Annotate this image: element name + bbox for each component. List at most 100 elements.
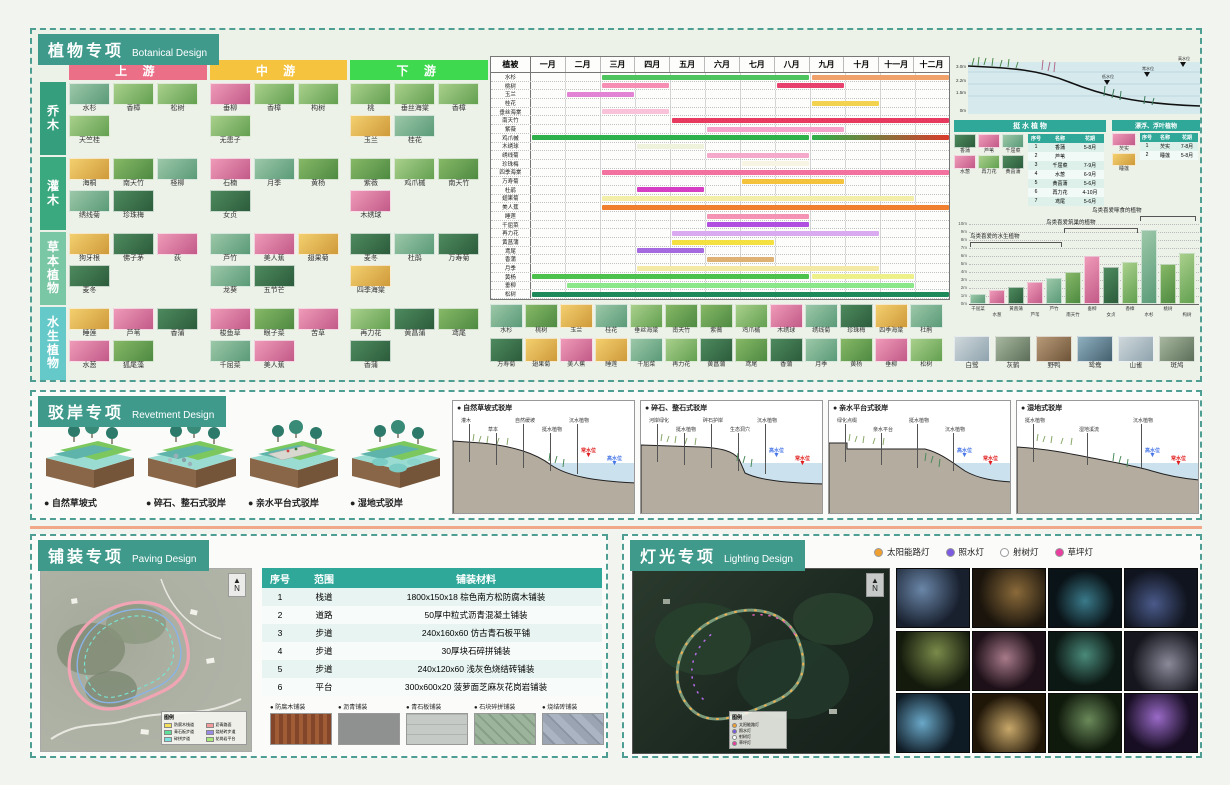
panel-lighting: 灯光专项 Lighting Design 太阳能路灯照水灯射树灯草坪灯 ▲N图例… <box>622 534 1202 758</box>
lighting-header: 灯光专项 Lighting Design <box>630 540 805 571</box>
calendar-month-header: 十月 <box>844 57 879 72</box>
plant-photo: 柽柳 <box>157 158 198 188</box>
calendar-plant-col-header: 植被 <box>491 57 531 72</box>
bloom-bar <box>812 75 949 80</box>
plant-cell: 睡莲芦苇香蒲水葱狐尾藻 <box>69 307 207 380</box>
photo-caption: 香蒲 <box>770 362 803 369</box>
photo-image <box>210 190 251 212</box>
plant-photo: 千屈菜 <box>210 340 251 370</box>
photo-image <box>157 158 198 180</box>
photo-image <box>770 338 803 362</box>
section-separator-line <box>30 526 1202 529</box>
paving-map-legend: 图例防腐木栈道沥青路面青石板步道烧结砖步道碎拼步道花岗岩平台 <box>161 711 247 745</box>
photo-image <box>595 304 628 328</box>
svg-text:低水位: 低水位 <box>1102 73 1114 79</box>
photo-caption: 杜鹃 <box>910 328 943 335</box>
photo-image <box>157 233 198 255</box>
plant-photo: 水葱 <box>954 155 976 175</box>
revetment-annotation: 挺水植物 <box>542 426 562 433</box>
plant-photo: 珍珠梅 <box>840 304 873 335</box>
calendar-row: 垂丝海棠 <box>491 108 949 117</box>
table-row: 3千屈菜7-9月 <box>1028 161 1104 170</box>
calendar-row-name: 黄菖蒲 <box>491 238 531 246</box>
plant-photo: 四季海棠 <box>350 265 391 295</box>
plant-photo: 垂丝海棠 <box>630 304 663 335</box>
bird-bracket <box>1064 228 1138 233</box>
revetment-section: ● 亲水平台式驳岸 绿化点缀亲水平台挺水植物沉水植物高水位▼常水位▼ <box>828 400 1011 514</box>
calendar-track <box>531 160 949 168</box>
swatch-sample <box>338 713 400 745</box>
photo-image <box>157 308 198 330</box>
calendar-track <box>531 99 949 107</box>
water-level-marker: 高水位▼ <box>1145 447 1160 458</box>
photo-image <box>350 115 391 137</box>
photo-caption: 翅果菊 <box>298 255 339 263</box>
plant-photo: 垂柳 <box>875 338 908 369</box>
paving-swatch: ● 沥青铺装 <box>338 702 400 745</box>
calendar-row: 美人蕉 <box>491 203 949 212</box>
revetment-iso-diagrams: ● 自然草坡式 ● 碎石、整石式驳岸 ● 亲水平台式驳岸 ● 湿地式驳岸 <box>44 420 442 509</box>
plant-photo: 南天竹 <box>113 158 154 188</box>
bird-habitat-chart: 10m9m8m7m6m5m4m3m2m1m0m千屈菜水葱黄菖蒲芦苇芦竹南天竹垂柳… <box>954 208 1200 332</box>
water-level-marker: 常水位▼ <box>1171 455 1186 466</box>
photo-caption: 灰鹤 <box>995 362 1031 370</box>
bloom-bar <box>602 170 949 175</box>
plant-cell: 麦冬杜鹃万寿菊四季海棠 <box>350 232 488 305</box>
photo-caption: 狐尾藻 <box>113 362 154 370</box>
revetment-section: ● 自然草坡式驳岸 灌木草本自然缓坡挺水植物沉水植物常水位▼高水位▼ <box>452 400 635 514</box>
photo-image <box>394 158 435 180</box>
night-photo <box>1124 568 1198 628</box>
bloom-bar <box>707 257 774 262</box>
photo-image <box>113 233 154 255</box>
bird-axis-tick: 0m <box>954 301 967 306</box>
photo-image <box>298 233 339 255</box>
photo-caption: 芦竹 <box>210 255 251 263</box>
north-arrow-icon: ▲N <box>228 573 246 597</box>
photo-image <box>394 83 435 105</box>
bird-plant-bar <box>1065 272 1081 304</box>
revetment-section-title: ● 湿地式驳岸 <box>1021 403 1062 413</box>
plant-photo: 睡莲 <box>69 308 110 338</box>
photo-caption: 南天竹 <box>665 328 698 335</box>
bird-photo: 斑鸠 <box>1159 336 1195 370</box>
calendar-month-header: 五月 <box>670 57 705 72</box>
bloom-bar <box>567 92 634 97</box>
photo-image <box>1077 336 1113 362</box>
bird-axis-tick: 1m <box>954 293 967 298</box>
legend-swatch <box>164 723 172 728</box>
calendar-track <box>531 203 949 211</box>
annotation-leader-line <box>469 424 470 462</box>
plant-photo: 黄杨 <box>840 338 873 369</box>
photo-caption: 木绣球 <box>350 212 391 220</box>
calendar-track <box>531 273 949 281</box>
legend-label: 草坪灯 <box>739 740 751 746</box>
calendar-row-name: 松树 <box>491 290 531 298</box>
bird-plant-label: 香樟 <box>1121 306 1140 312</box>
plant-photo: 木绣球 <box>350 190 391 220</box>
plant-photo: 天竺桂 <box>69 115 110 145</box>
photo-caption: 芡实 <box>1112 146 1136 152</box>
photo-image <box>254 265 295 287</box>
night-photo <box>1048 568 1122 628</box>
revetment-annotation: 湿地溪流 <box>1079 426 1099 433</box>
panel-paving: 铺装专项 Paving Design ▲N图例防腐木栈道沥青路面青石板步道烧结砖… <box>30 534 608 758</box>
table-row: 2睡莲5-8月 <box>1140 151 1198 160</box>
plant-photo: 南天竹 <box>665 304 698 335</box>
photo-image <box>438 83 479 105</box>
legend-item: 花岗岩平台 <box>206 736 245 742</box>
photo-image <box>210 340 251 362</box>
revetment-cross-sections: ● 自然草坡式驳岸 灌木草本自然缓坡挺水植物沉水植物常水位▼高水位▼● 碎石、整… <box>452 400 1199 514</box>
emergent-title: 挺 水 植 物 <box>954 120 1106 132</box>
photo-image <box>840 338 873 362</box>
bloom-bar <box>672 118 949 123</box>
plant-photo: 香樟 <box>113 83 154 113</box>
plant-photo: 狗牙根 <box>69 233 110 263</box>
calendar-row-name: 垂柳 <box>491 282 531 290</box>
photo-caption: 斑鸠 <box>1159 362 1195 370</box>
photo-caption: 垂丝海棠 <box>394 105 435 113</box>
photo-caption: 松树 <box>910 362 943 369</box>
plant-photo: 香樟 <box>438 83 479 113</box>
plant-photo: 桃 <box>350 83 391 113</box>
photo-image <box>665 304 698 328</box>
bird-plant-label: 芦竹 <box>1045 306 1064 312</box>
